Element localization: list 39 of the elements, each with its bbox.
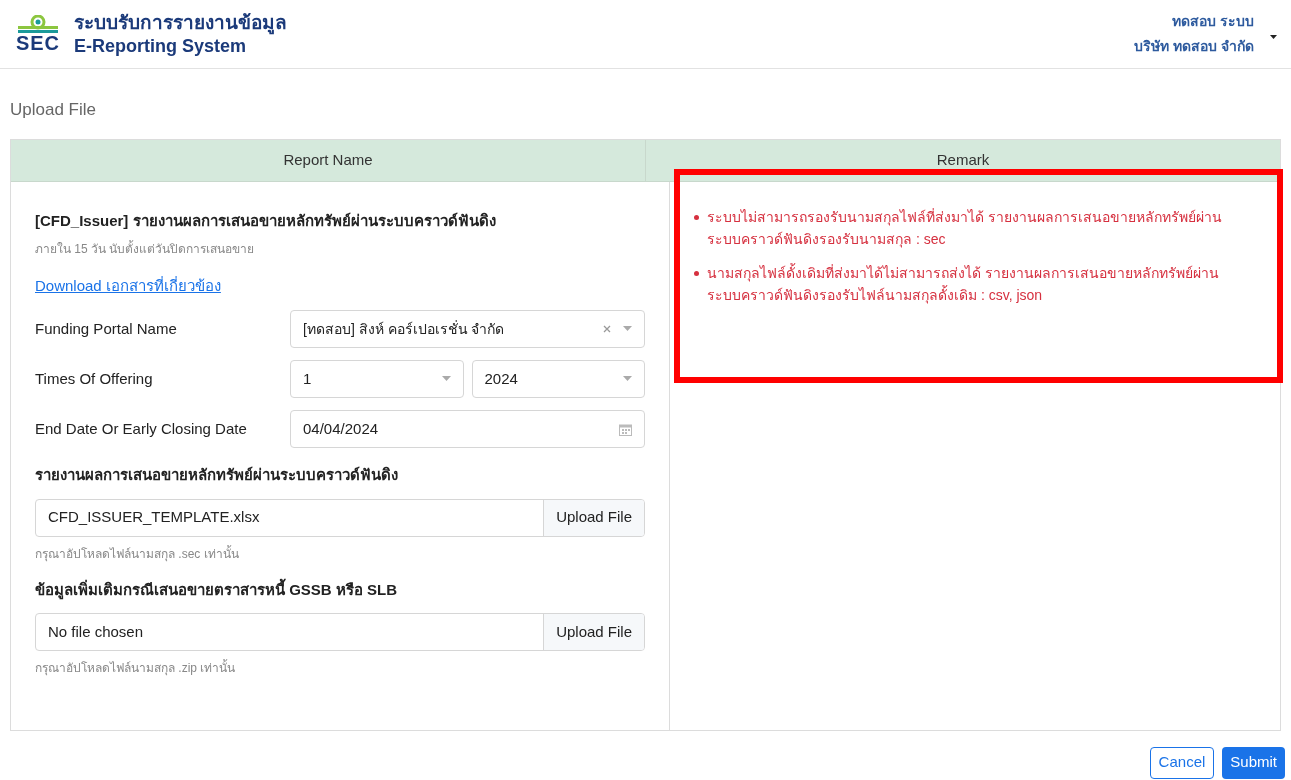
remark-text: นามสกุลไฟล์ดั้งเดิมที่ส่งมาได้ไม่สามารถส่งได้ รายงานผลการเสนอขายหลักทรัพย์ผ่านระบบคราวด์ฟันดิงรองรับไฟล์นามสกุลดั้งเดิม : csv, json bbox=[707, 262, 1220, 306]
bullet-icon bbox=[694, 214, 699, 220]
submit-button[interactable]: Submit bbox=[1222, 746, 1285, 779]
system-subtitle: E-Reporting System bbox=[74, 35, 248, 58]
caret-down-icon bbox=[623, 376, 632, 382]
logo-text: SEC bbox=[15, 33, 61, 53]
dropdown-caret-icon[interactable] bbox=[1270, 35, 1277, 39]
caret-down-icon bbox=[623, 326, 632, 332]
select-field[interactable]: [ทดสอบ] สิงห์ คอร์เปอเรชั่น จำกัด bbox=[290, 310, 645, 348]
report-title: [CFD_Issuer] รายงานผลการเสนอขายหลักทรัพย์ผ่านระบบคราวด์ฟันดิง bbox=[35, 210, 497, 231]
user-name: ทดสอบ ระบบ bbox=[1172, 12, 1254, 31]
bullet-icon bbox=[694, 270, 699, 276]
logo-mark-icon bbox=[18, 15, 58, 33]
column-header: Remark bbox=[645, 139, 1280, 181]
caret-down-icon bbox=[441, 376, 451, 382]
clear-icon[interactable] bbox=[603, 325, 611, 333]
column-header: Report Name bbox=[282, 149, 374, 170]
page-title: Upload File bbox=[9, 99, 97, 121]
upload-label: รายงานผลการเสนอขายหลักทรัพย์ผ่านระบบคราวด์ฟันดิง bbox=[35, 465, 399, 485]
upload-hint: กรุณาอัปโหลดไฟล์นามสกุล .zip เท่านั้น bbox=[35, 659, 237, 677]
file-field[interactable]: CFD_ISSUER_TEMPLATE.xlsx Upload File bbox=[35, 498, 645, 537]
remark-text: ระบบไม่สามารถรองรับนามสกุลไฟล์ที่ส่งมาได้ รายงานผลการเสนอขายหลักทรัพย์ผ่านระบบคราวด์ฟันดิงรองรับนามสกุล : sec bbox=[707, 207, 1223, 250]
field-label: End Date Or Early Closing Date bbox=[35, 419, 248, 439]
report-deadline: ภายใน 15 วัน นับตั้งแต่วันปิดการเสนอขาย bbox=[35, 240, 256, 258]
select-field[interactable]: 2024 bbox=[471, 360, 645, 398]
field-label: Times Of Offering bbox=[35, 369, 154, 389]
calendar-icon bbox=[619, 422, 632, 436]
upload-label: ข้อมูลเพิ่มเติมกรณีเสนอขายตราสารหนี้ GSSB หรือ SLB bbox=[35, 578, 398, 601]
date-field[interactable]: 04/04/2024 bbox=[290, 410, 645, 448]
upload-file-button[interactable]: Upload File bbox=[543, 614, 644, 650]
system-title: ระบบรับการรายงานข้อมูล bbox=[74, 10, 287, 35]
upload-file-button[interactable]: Upload File bbox=[543, 499, 644, 536]
file-field[interactable]: No file chosen Upload File bbox=[35, 613, 645, 651]
company-name: บริษัท ทดสอบ จำกัด bbox=[1134, 37, 1254, 56]
download-link[interactable]: Download เอกสารที่เกี่ยวข้อง bbox=[35, 277, 221, 294]
cancel-button[interactable]: Cancel bbox=[1149, 746, 1215, 779]
field-label: Funding Portal Name bbox=[35, 319, 178, 339]
upload-hint: กรุณาอัปโหลดไฟล์นามสกุล .sec เท่านั้น bbox=[35, 544, 240, 563]
select-field[interactable]: 1 bbox=[290, 360, 464, 398]
